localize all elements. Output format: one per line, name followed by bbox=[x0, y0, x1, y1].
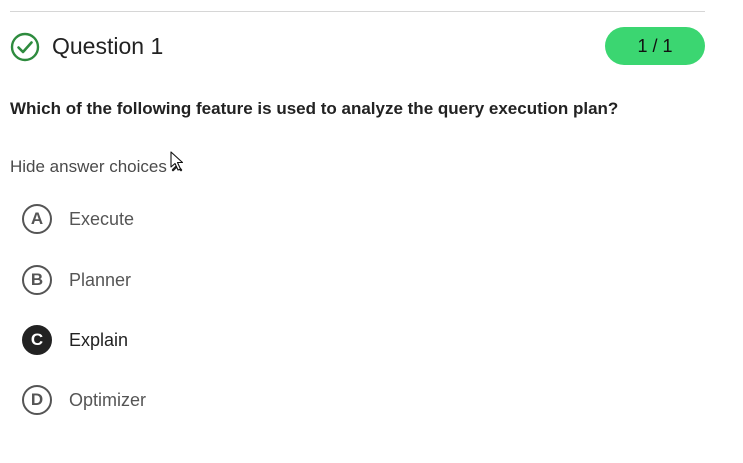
choice-letter-selected: C bbox=[22, 325, 52, 355]
choice-letter: B bbox=[22, 265, 52, 295]
check-circle-icon bbox=[10, 32, 40, 62]
question-title: Question 1 bbox=[52, 33, 164, 59]
score-badge: 1 / 1 bbox=[605, 27, 705, 65]
choice-label: Execute bbox=[69, 208, 135, 229]
choice-b[interactable]: B Planner bbox=[22, 265, 131, 295]
hide-answer-choices-toggle[interactable]: Hide answer choices bbox=[10, 157, 183, 177]
choice-d[interactable]: D Optimizer bbox=[22, 385, 146, 415]
mouse-cursor-icon bbox=[170, 151, 184, 171]
choice-letter: A bbox=[22, 204, 52, 234]
choice-label: Explain bbox=[69, 329, 129, 350]
choice-label: Optimizer bbox=[69, 389, 147, 410]
top-divider bbox=[10, 11, 705, 12]
choice-label: Planner bbox=[69, 269, 132, 290]
choice-letter: D bbox=[22, 385, 52, 415]
question-text: Which of the following feature is used t… bbox=[10, 99, 619, 118]
choice-c[interactable]: C Explain bbox=[22, 325, 128, 355]
choice-a[interactable]: A Execute bbox=[22, 204, 134, 234]
toggle-label: Hide answer choices bbox=[10, 157, 167, 176]
